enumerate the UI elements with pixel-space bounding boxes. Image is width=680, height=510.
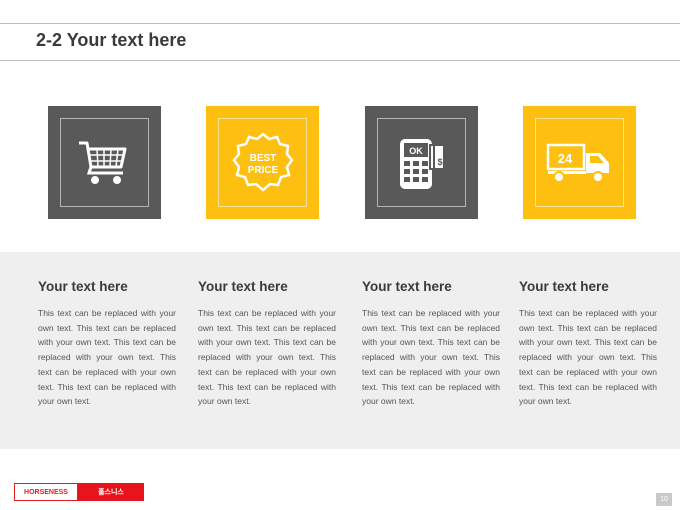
page-number: 10 (656, 493, 672, 506)
column-heading: Your text here (362, 279, 452, 294)
delivery-truck-icon: 24 (546, 143, 609, 183)
best-price-badge-icon: BEST PRICE (231, 131, 294, 192)
column-body: This text can be replaced with your own … (38, 308, 176, 407)
text-column-1: Your text here This text can be replaced… (38, 279, 176, 409)
column-body: This text can be replaced with your own … (519, 308, 657, 407)
card-symbol: $ (437, 157, 442, 167)
text-column-3: Your text here This text can be replaced… (362, 279, 500, 409)
badge-line1: BEST (249, 153, 276, 164)
column-body: This text can be replaced with your own … (198, 308, 336, 407)
card-terminal-icon: OK $ (399, 138, 445, 189)
brand-logo: HORSENESS 홀스니스 (14, 483, 144, 501)
column-heading: Your text here (38, 279, 128, 294)
tile-delivery-truck: 24 (523, 106, 636, 219)
tile-card-terminal: OK $ (365, 106, 478, 219)
text-column-2: Your text here This text can be replaced… (198, 279, 336, 409)
shopping-cart-icon (78, 141, 126, 184)
logo-text-english: HORSENESS (14, 483, 78, 501)
text-column-4: Your text here This text can be replaced… (519, 279, 657, 409)
logo-text-korean: 홀스니스 (78, 483, 144, 501)
column-heading: Your text here (519, 279, 609, 294)
terminal-screen-text: OK (409, 146, 423, 156)
truck-text: 24 (557, 151, 572, 166)
tile-best-price: BEST PRICE (206, 106, 319, 219)
column-heading: Your text here (198, 279, 288, 294)
badge-line2: PRICE (247, 165, 278, 176)
column-body: This text can be replaced with your own … (362, 308, 500, 407)
tile-shopping-cart (48, 106, 161, 219)
page-title: 2-2 Your text here (36, 30, 187, 50)
